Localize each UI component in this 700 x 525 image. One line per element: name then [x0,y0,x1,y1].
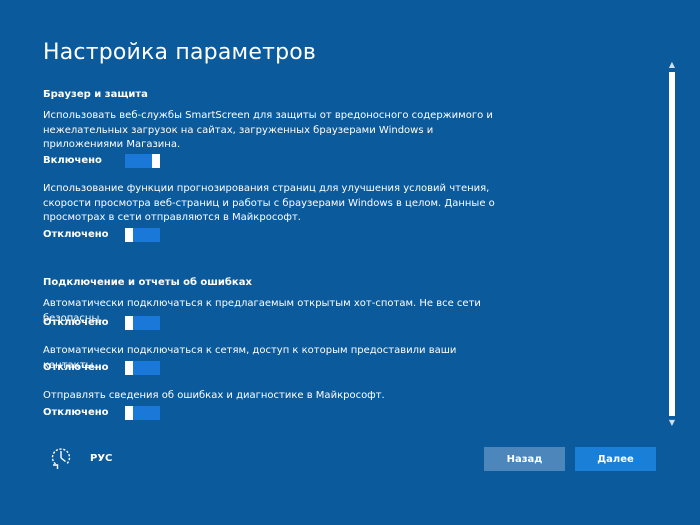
toggle-knob [152,154,160,168]
setting-description-contact-networks: Автоматически подключаться к сетям, дост… [43,345,457,371]
settings-scroll-area[interactable]: Настройка параметров Браузер и защита Ис… [0,0,664,430]
section-title-browser-protection: Браузер и защита [43,89,148,100]
page-title: Настройка параметров [43,40,317,65]
setting-state-open-hotspots: Отключено [43,317,109,328]
open-hotspots-toggle[interactable] [125,316,160,330]
toggle-knob [125,228,133,242]
toggle-knob [125,361,133,375]
vertical-scrollbar[interactable]: ▲ ▼ [667,60,677,428]
language-indicator[interactable]: РУС [90,452,112,466]
setting-description-error-reports: Отправлять сведения об ошибках и диагнос… [43,390,385,401]
contact-networks-toggle[interactable] [125,361,160,375]
scroll-up-arrow-icon[interactable]: ▲ [667,60,677,70]
setting-state-contact-networks: Отключено [43,362,109,373]
setting-state-error-reports: Отключено [43,407,109,418]
error-reports-toggle[interactable] [125,406,160,420]
ease-of-access-icon[interactable] [49,446,73,470]
setting-description-open-hotspots: Автоматически подключаться к предлагаемы… [43,298,481,324]
smartscreen-toggle[interactable] [125,154,160,168]
back-button[interactable]: Назад [484,447,565,471]
scrollbar-thumb[interactable] [669,72,675,416]
toggle-knob [125,316,133,330]
page-prediction-toggle[interactable] [125,228,160,242]
setting-description-page-prediction: Использование функции прогнозирования ст… [43,183,495,223]
scroll-down-arrow-icon[interactable]: ▼ [667,418,677,428]
next-button[interactable]: Далее [575,447,656,471]
setting-state-smartscreen: Включено [43,155,102,166]
setting-state-page-prediction: Отключено [43,229,109,240]
setting-description-smartscreen: Использовать веб-службы SmartScreen для … [43,110,493,150]
ease-of-access-icon-graphic [51,448,71,469]
section-title-connectivity-error-reports: Подключение и отчеты об ошибках [43,277,252,288]
toggle-knob [125,406,133,420]
